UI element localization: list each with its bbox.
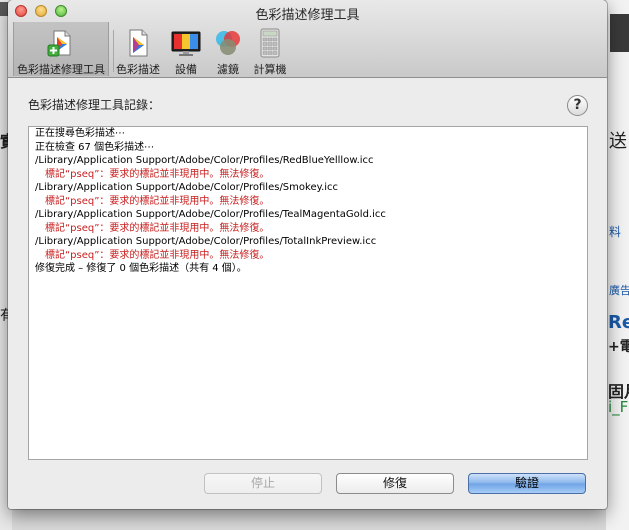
colorsync-utility-window: 色彩描述修理工具 色彩描述修理工具 色彩描述 設備 濾鏡 計算機 色彩描述修理工…: [8, 0, 607, 509]
repair-tool-icon: [47, 30, 71, 57]
log-line-path: /Library/Application Support/Adobe/Color…: [35, 155, 374, 166]
log-line-path: /Library/Application Support/Adobe/Color…: [35, 236, 377, 247]
toolbar-item-label: 色彩描述: [116, 63, 160, 76]
background-text: +電: [608, 339, 629, 355]
color-filter-icon: [216, 31, 240, 55]
background-link[interactable]: Reg: [608, 312, 629, 333]
toolbar-item-label: 計算機: [253, 63, 287, 76]
display-icon: [171, 31, 201, 56]
background-text: 送: [609, 131, 627, 152]
log-line: 正在檢查 67 個色彩描述⋯: [35, 141, 155, 153]
log-line-path: /Library/Application Support/Adobe/Color…: [35, 209, 386, 220]
background-app-avatar: [610, 14, 629, 52]
stop-button[interactable]: 停止: [204, 473, 322, 494]
background-text: 實: [0, 128, 8, 152]
toolbar-item-label: 濾鏡: [217, 63, 239, 76]
verify-button[interactable]: 驗證: [468, 473, 586, 494]
repair-log[interactable]: 正在搜尋色彩描述⋯ 正在檢查 67 個色彩描述⋯ /Library/Applic…: [28, 126, 588, 460]
background-text: 料: [609, 225, 622, 239]
repair-button[interactable]: 修復: [336, 473, 454, 494]
title-bar: 色彩描述修理工具 色彩描述修理工具 色彩描述 設備 濾鏡 計算機: [8, 0, 607, 78]
toolbar-item-devices[interactable]: 設備: [164, 22, 208, 76]
toolbar-item-profile-first-aid[interactable]: 色彩描述修理工具: [13, 22, 109, 76]
log-line-error: 標記“pseq”：要求的標記並非現用中。無法修復。: [45, 168, 270, 180]
log-line-error: 標記“pseq”：要求的標記並非現用中。無法修復。: [45, 222, 270, 234]
toolbar-item-label: 設備: [175, 63, 197, 76]
log-section-label: 色彩描述修理工具記錄：: [28, 98, 161, 112]
background-app-right-edge: [606, 0, 629, 530]
log-line-summary: 修復完成 – 修復了 0 個色彩描述（共有 4 個）。: [35, 263, 247, 274]
help-button[interactable]: ?: [567, 95, 588, 116]
calculator-icon: [260, 28, 280, 58]
color-profile-icon: [129, 29, 148, 57]
window-title: 色彩描述修理工具: [255, 8, 360, 23]
log-line: 正在搜尋色彩描述⋯: [35, 128, 125, 139]
toolbar-item-label: 色彩描述修理工具: [17, 63, 105, 76]
toolbar-item-profiles[interactable]: 色彩描述: [114, 22, 162, 76]
toolbar-item-calculator[interactable]: 計算機: [248, 22, 292, 76]
background-text: i_F: [608, 398, 629, 416]
background-text: 有: [0, 308, 8, 324]
log-line-path: /Library/Application Support/Adobe/Color…: [35, 182, 339, 193]
log-line-error: 標記“pseq”：要求的標記並非現用中。無法修復。: [45, 249, 270, 261]
background-text: 廣告: [609, 284, 629, 297]
background-app-left-dark-block: [0, 2, 8, 16]
log-line-error: 標記“pseq”：要求的標記並非現用中。無法修復。: [45, 195, 270, 207]
toolbar-item-filters[interactable]: 濾鏡: [208, 22, 248, 76]
